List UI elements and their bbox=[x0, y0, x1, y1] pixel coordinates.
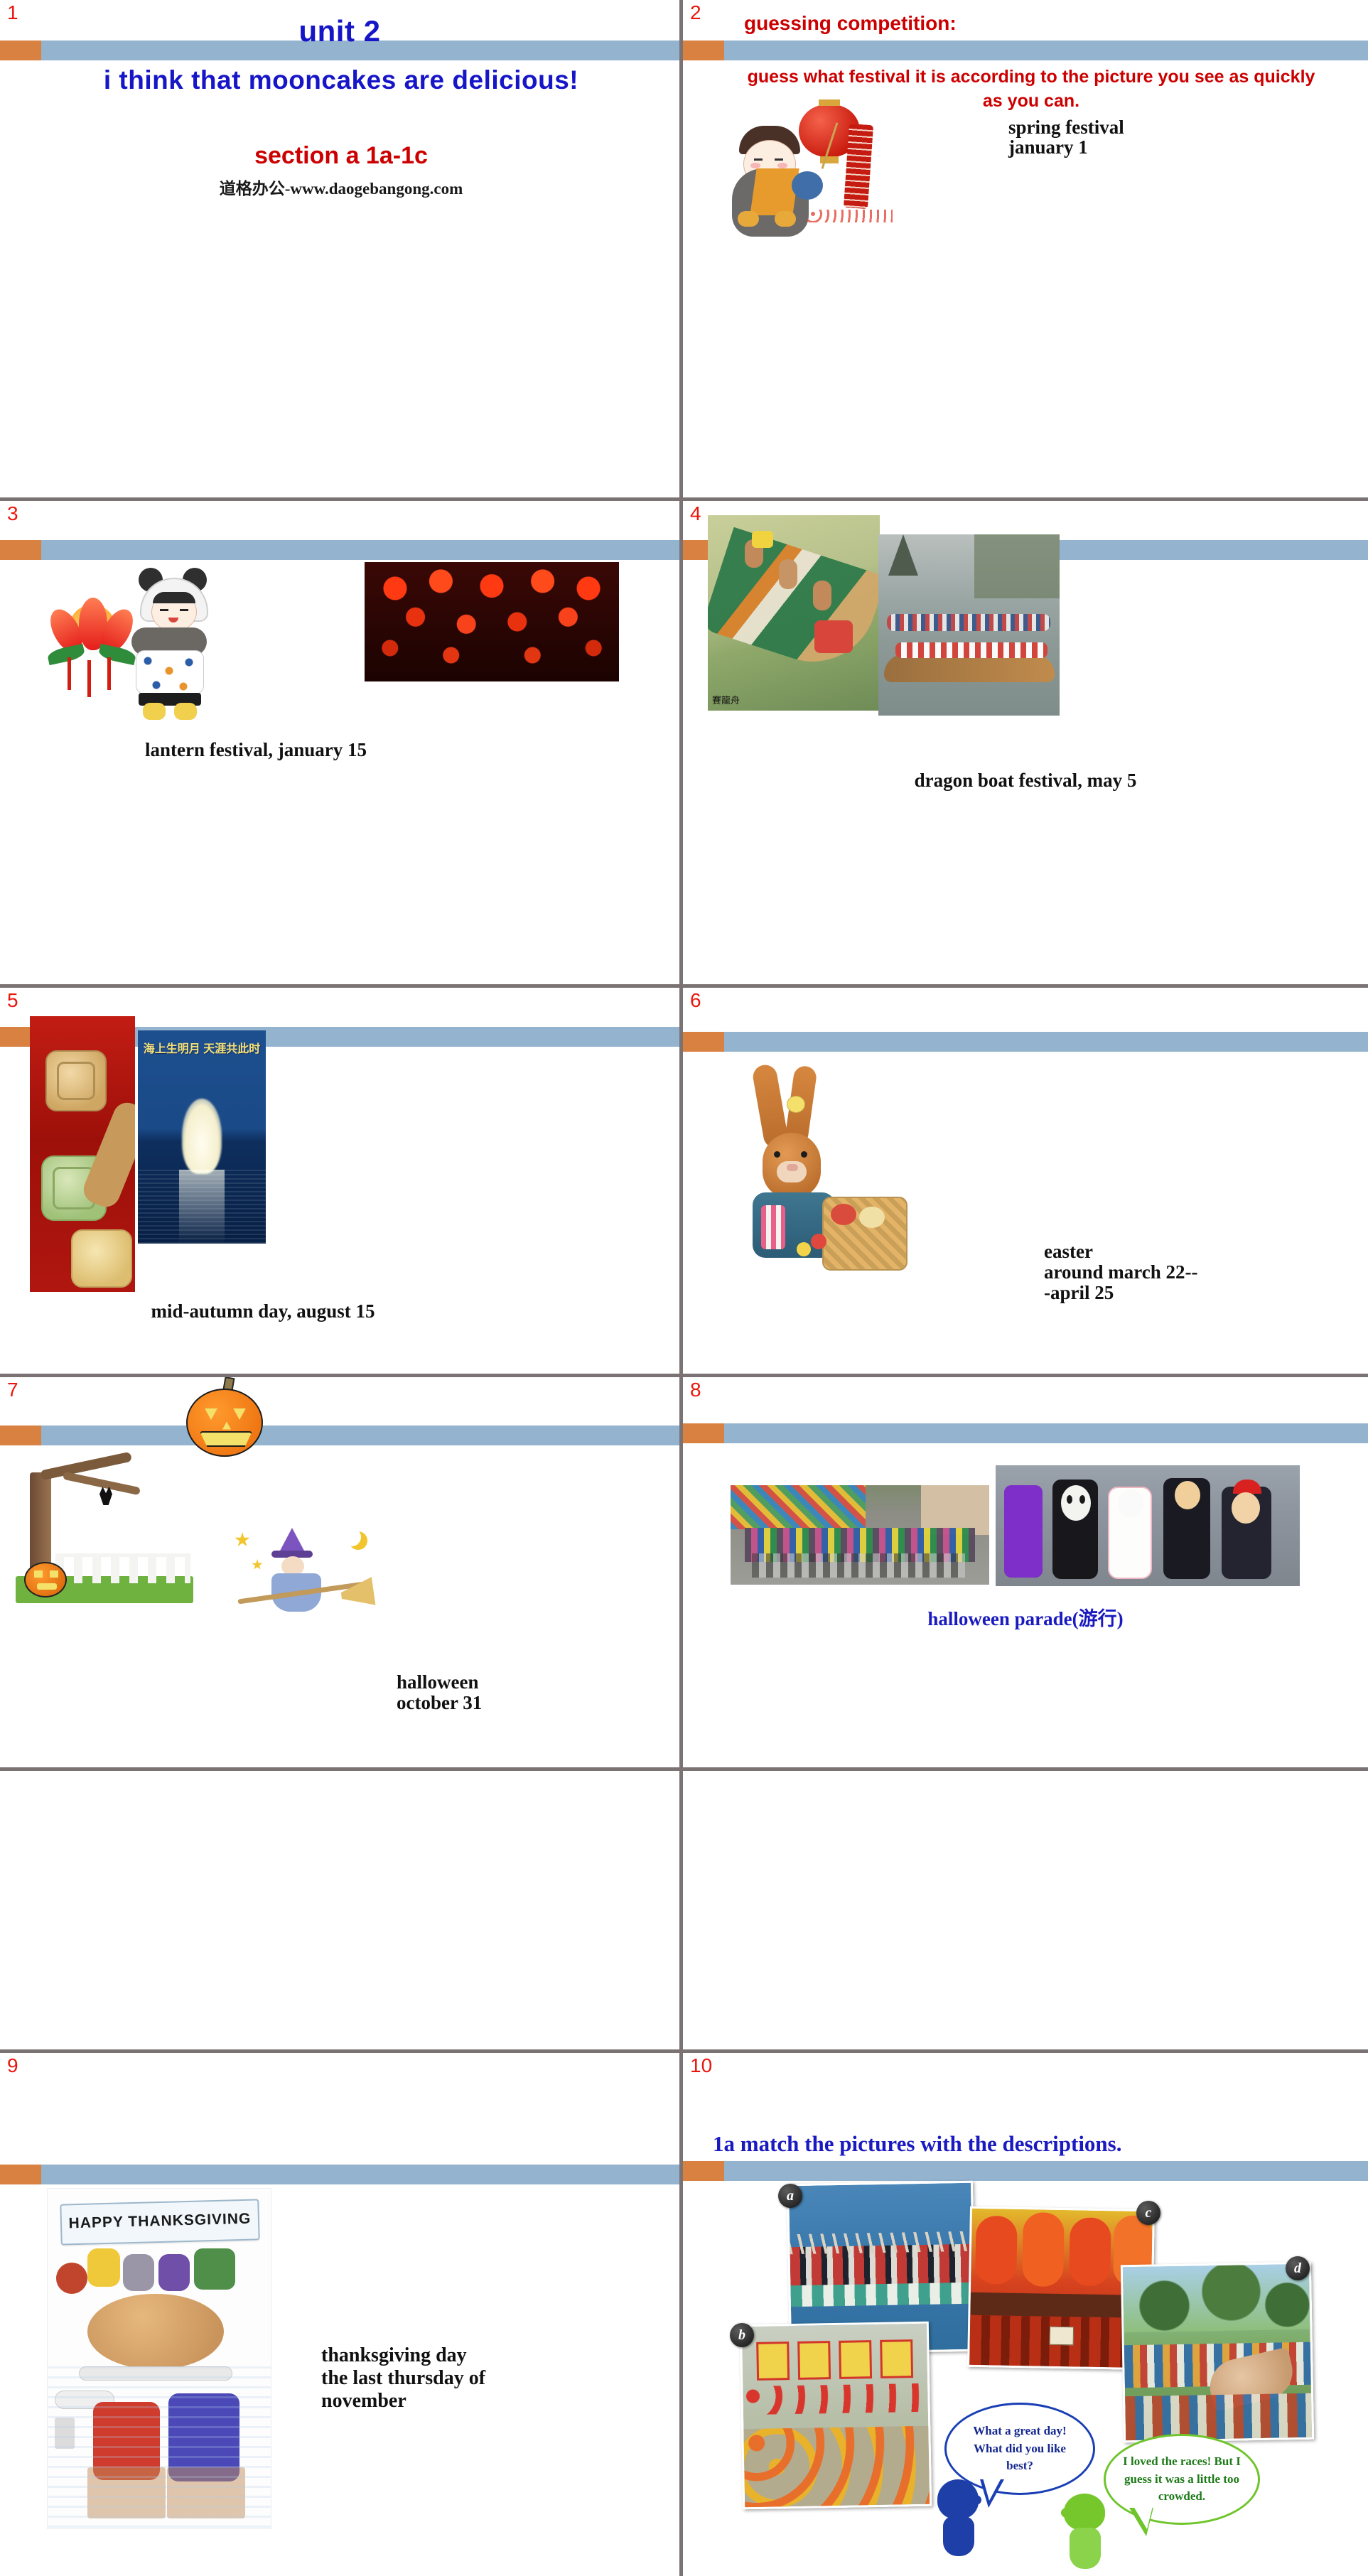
decor-band bbox=[0, 540, 679, 560]
slide-6[interactable]: 6 easter around march 22-- -april 25 bbox=[683, 988, 1368, 1374]
decor-band bbox=[683, 1032, 1368, 1052]
bubble-green-text: I loved the races! But I guess it was a … bbox=[1123, 2454, 1241, 2504]
band-blue-bar bbox=[724, 1423, 1368, 1443]
slide-10-photo-label-c: c bbox=[1136, 2201, 1160, 2225]
slide-7-answer-line-1: halloween bbox=[397, 1671, 479, 1693]
slide-6-illustration-bunny bbox=[737, 1062, 929, 1278]
slide-1-heading: i think that mooncakes are delicious! bbox=[103, 65, 579, 95]
firecracker-icon bbox=[843, 123, 874, 210]
pumpkin-mouth bbox=[200, 1431, 252, 1447]
slide-6-answer-line-3: -april 25 bbox=[1044, 1282, 1114, 1303]
scarf bbox=[750, 168, 799, 215]
slide-2[interactable]: 2 guessing competition: guess what festi… bbox=[683, 0, 1368, 497]
pumpkin-eye bbox=[233, 1408, 246, 1420]
slide-6-answer-line-2: around march 22-- bbox=[1044, 1261, 1198, 1283]
slide-3-caption: lantern festival, january 15 bbox=[145, 739, 367, 760]
slide-10-photo-label-b: b bbox=[730, 2323, 754, 2347]
slide-number: 3 bbox=[7, 502, 18, 524]
decor-band bbox=[683, 41, 1368, 60]
band-orange-block bbox=[0, 540, 41, 560]
slide-10-photo-label-a: a bbox=[778, 2184, 802, 2208]
band-blue-bar bbox=[724, 1032, 1368, 1052]
band-orange-block bbox=[683, 41, 724, 60]
slide-4-photo-dragon-boat: 賽龍舟 bbox=[708, 515, 880, 711]
slide-2-answer-line-2: january 1 bbox=[1008, 136, 1088, 158]
band-orange-block bbox=[683, 1423, 724, 1443]
decor-band bbox=[0, 2165, 679, 2184]
slide-7-answer-line-2: october 31 bbox=[397, 1692, 483, 1713]
band-blue-bar bbox=[41, 540, 679, 560]
slide-7-illustration-witch bbox=[235, 1526, 384, 1626]
bubble-green-tail-fill bbox=[1133, 2506, 1153, 2529]
row-divider-4 bbox=[0, 1767, 1368, 1771]
band-blue-bar bbox=[41, 2165, 679, 2184]
slide-number: 7 bbox=[7, 1379, 18, 1401]
slide-6-answer-line-1: easter bbox=[1044, 1241, 1093, 1262]
slide-9-answer-line-1: thanksgiving day bbox=[321, 2344, 467, 2366]
slide-1[interactable]: 1 unit 2 i think that mooncakes are deli… bbox=[0, 0, 679, 497]
slide-2-illustration bbox=[722, 99, 935, 237]
decor-band bbox=[683, 2161, 1368, 2181]
slide-3-illustration-lotus-panda bbox=[39, 561, 281, 720]
slide-4-photo-overlay-text: 賽龍舟 bbox=[712, 695, 740, 706]
slide-number: 9 bbox=[7, 2054, 18, 2076]
slide-10-photo-b bbox=[739, 2321, 932, 2510]
slide-8-caption: halloween parade(游行) bbox=[927, 1608, 1124, 1629]
slide-5-caption: mid-autumn day, august 15 bbox=[151, 1300, 375, 1322]
slide-10-speech-bubble-green: I loved the races! But I guess it was a … bbox=[1104, 2434, 1260, 2525]
slide-9-answer-line-2: the last thursday of bbox=[321, 2367, 486, 2389]
bubble-blue-text: What a great day! What did you like best… bbox=[973, 2424, 1067, 2473]
slide-3-photo-lanterns bbox=[365, 562, 619, 681]
slide-number: 6 bbox=[690, 989, 701, 1011]
band-blue-bar bbox=[724, 41, 1368, 60]
slide-8[interactable]: 8 halloween parade(游行) bbox=[683, 1377, 1368, 1767]
slide-number: 4 bbox=[690, 502, 701, 524]
slide-number: 5 bbox=[7, 989, 18, 1011]
slide-7-illustration-pumpkin bbox=[175, 1377, 267, 1457]
decor-band bbox=[683, 1423, 1368, 1443]
slide-7-illustration-tree-scene bbox=[16, 1448, 200, 1605]
slide-number: 8 bbox=[690, 1379, 701, 1401]
slide-1-footer-url: 道格办公-www.daogebangong.com bbox=[219, 180, 463, 198]
slide-10-title: 1a match the pictures with the descripti… bbox=[713, 2131, 1122, 2156]
slide-5-photo-text: 海上生明月 天涯共此时 bbox=[143, 1043, 261, 1055]
slide-7[interactable]: 7 halloween october 31 bbox=[0, 1377, 679, 1767]
slide-5[interactable]: 5 海上生明月 天涯共此时 mid-autumn day, august 15 bbox=[0, 988, 679, 1374]
slide-9-answer-line-3: november bbox=[321, 2390, 406, 2412]
slide-4-caption: dragon boat festival, may 5 bbox=[914, 770, 1137, 791]
slide-9[interactable]: 9 HAPPY THANKSGIVING thanksgiving day th bbox=[0, 2053, 679, 2576]
band-blue-bar bbox=[41, 1027, 679, 1047]
slide-contact-sheet: 道格 道格 道格办 道 道格 道 道格 道 1 unit 2 i think t… bbox=[0, 0, 1368, 2576]
slide-8-photo-parade bbox=[731, 1485, 989, 1585]
slide-8-photo-costumes bbox=[996, 1465, 1300, 1586]
slide-9-photo-thanksgiving: HAPPY THANKSGIVING bbox=[47, 2188, 271, 2529]
band-orange-block bbox=[0, 2165, 41, 2184]
band-orange-block bbox=[0, 1426, 41, 1445]
slide-10-figure-blue bbox=[933, 2479, 990, 2558]
slide-4[interactable]: 4 賽龍舟 dragon boat festival, may 5 bbox=[683, 501, 1368, 984]
slide-10[interactable]: 10 1a match the pictures with the descri… bbox=[683, 2053, 1368, 2576]
slide-2-title: guessing competition: bbox=[744, 12, 957, 34]
slide-1-subheading: section a 1a-1c bbox=[254, 142, 428, 169]
band-blue-bar bbox=[724, 2161, 1368, 2181]
band-orange-block bbox=[683, 1032, 724, 1052]
slide-10-photo-label-d: d bbox=[1286, 2256, 1310, 2280]
pumpkin-eye bbox=[205, 1408, 217, 1420]
slide-5-photo-mooncakes bbox=[30, 1016, 135, 1292]
slide-4-photo-race bbox=[878, 534, 1060, 716]
band-blue-bar bbox=[41, 1426, 679, 1445]
slide-number: 2 bbox=[690, 1, 701, 23]
band-orange-block bbox=[683, 2161, 724, 2181]
slide-2-answer-line-1: spring festival bbox=[1008, 117, 1124, 138]
slide-10-figure-green bbox=[1058, 2494, 1116, 2572]
decor-band bbox=[0, 1426, 679, 1445]
slide-1-unit-title: unit 2 bbox=[298, 14, 381, 48]
jack-o-lantern-icon bbox=[186, 1389, 263, 1457]
slide-3[interactable]: 3 lantern festival, january 15 bbox=[0, 501, 679, 984]
slide-10-photo-d bbox=[1120, 2261, 1315, 2443]
pumpkin-nose bbox=[222, 1421, 232, 1430]
slide-number: 10 bbox=[690, 2054, 713, 2076]
slide-5-photo-moon-sea: 海上生明月 天涯共此时 bbox=[138, 1030, 266, 1244]
